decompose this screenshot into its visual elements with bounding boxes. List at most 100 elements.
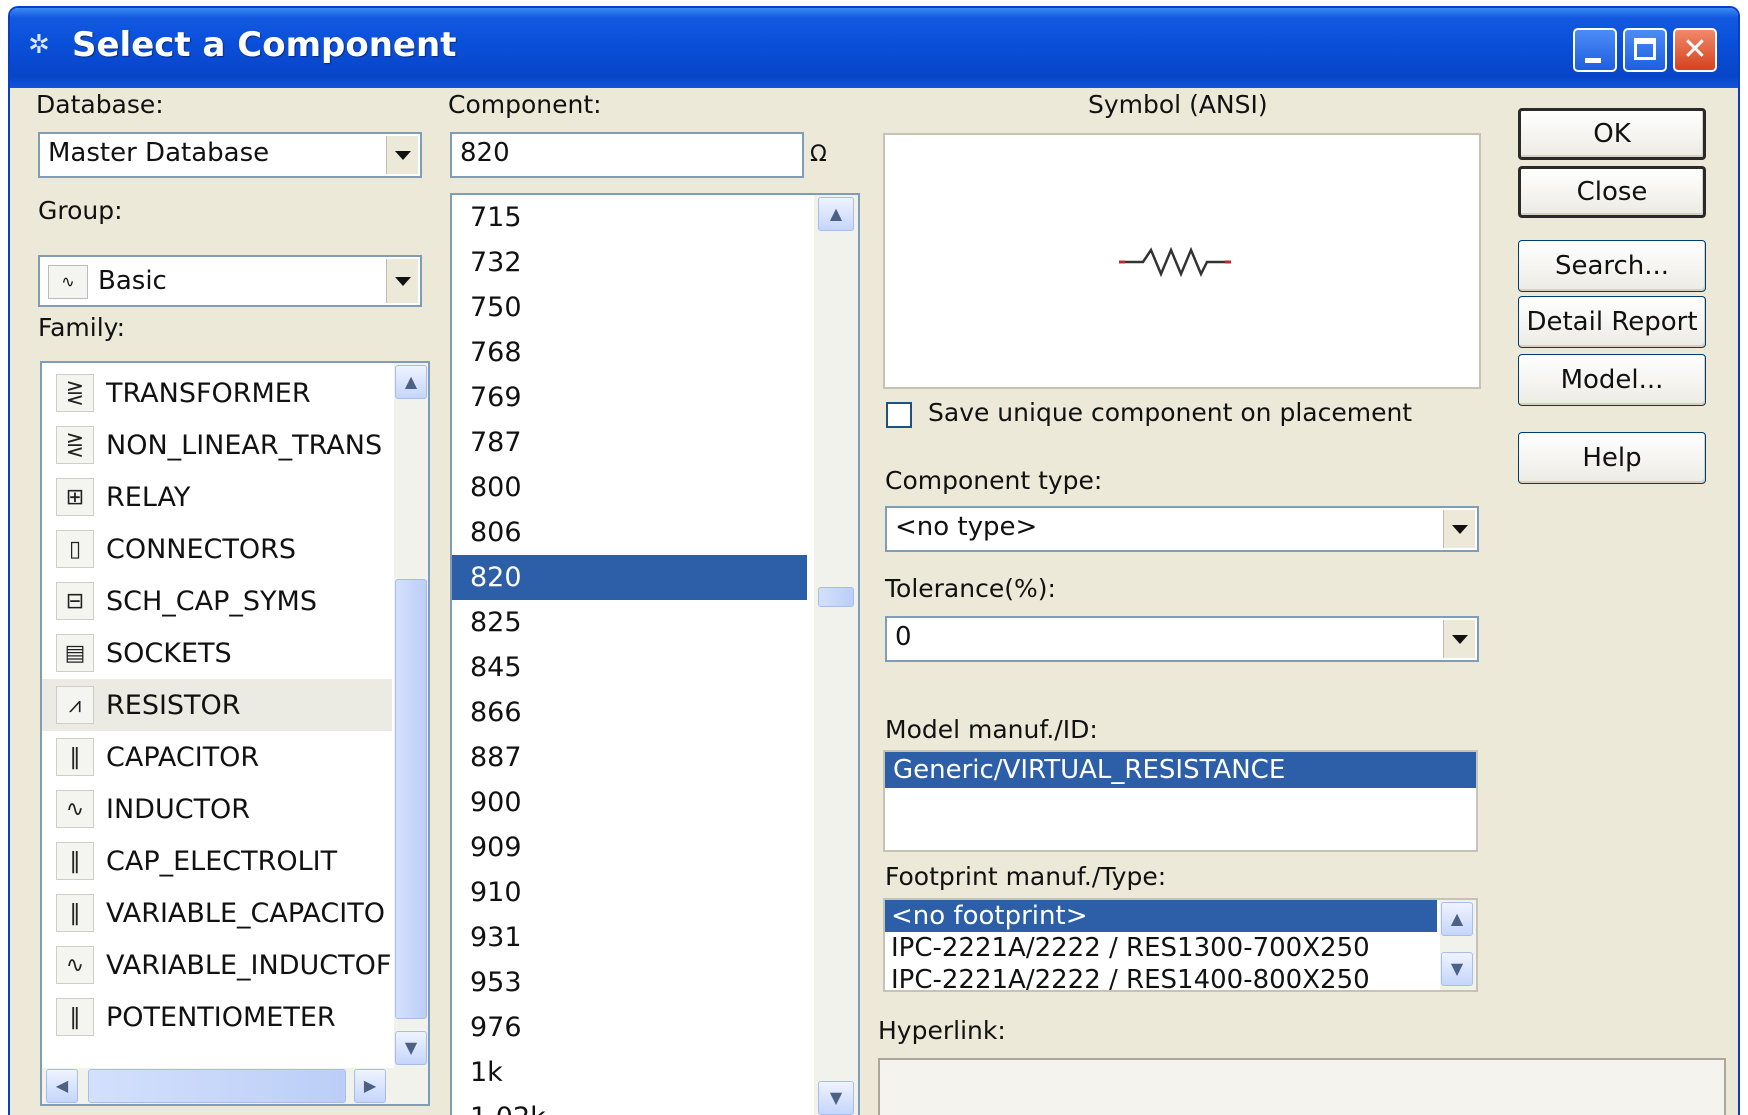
family-item[interactable]: ⊞ RELAY — [42, 471, 392, 523]
family-item[interactable]: ⩘ RESISTOR — [42, 679, 392, 731]
family-item-label: VARIABLE_CAPACITO — [106, 897, 385, 929]
database-label: Database: — [36, 90, 164, 119]
component-list-item[interactable]: 976 — [452, 1005, 807, 1050]
component-list-item[interactable]: 806 — [452, 510, 807, 555]
capacitor-icon: ‖ — [56, 738, 94, 776]
component-list[interactable]: 715 732 750 768 769 787 800 806 820 825 845 866 887 9… — [450, 193, 860, 1115]
family-item-label: SOCKETS — [106, 637, 232, 669]
save-unique-checkbox[interactable] — [886, 402, 912, 428]
scroll-left-button[interactable]: ◀ — [46, 1069, 78, 1103]
component-list-item[interactable]: 825 — [452, 600, 807, 645]
chevron-down-icon[interactable] — [1443, 510, 1475, 548]
footprint-list-item[interactable]: IPC-2221A/2222 / RES1300-700X250 — [885, 932, 1437, 964]
component-list-item[interactable]: 866 — [452, 690, 807, 735]
family-label: Family: — [38, 313, 126, 342]
scroll-thumb[interactable] — [818, 587, 854, 607]
component-list-item[interactable]: 1.02k — [452, 1095, 807, 1115]
component-list-item[interactable]: 910 — [452, 870, 807, 915]
component-list-item[interactable]: 769 — [452, 375, 807, 420]
family-item[interactable]: ⊟ SCH_CAP_SYMS — [42, 575, 392, 627]
scroll-right-button[interactable]: ▶ — [354, 1069, 386, 1103]
scroll-down-button[interactable]: ▼ — [818, 1081, 854, 1115]
ok-button[interactable]: OK — [1518, 108, 1706, 160]
component-list-item[interactable]: 909 — [452, 825, 807, 870]
close-window-button[interactable]: ✕ — [1673, 28, 1717, 72]
family-item-label: SCH_CAP_SYMS — [106, 585, 317, 617]
title-bar[interactable]: ✲ Select a Component ✕ — [10, 8, 1738, 88]
scroll-down-button[interactable]: ▼ — [1441, 952, 1473, 986]
component-list-item[interactable]: 887 — [452, 735, 807, 780]
symbol-label: Symbol (ANSI) — [1088, 90, 1268, 119]
database-value: Master Database — [48, 138, 270, 168]
model-list[interactable]: Generic/VIRTUAL_RESISTANCE — [883, 750, 1478, 852]
component-list-item[interactable]: 953 — [452, 960, 807, 1005]
horizontal-scroll-thumb[interactable] — [88, 1069, 346, 1103]
family-item-label: TRANSFORMER — [106, 377, 311, 409]
model-button[interactable]: Model... — [1518, 354, 1706, 406]
component-vertical-scrollbar[interactable]: ▲ ▼ — [814, 195, 858, 1115]
model-list-item[interactable]: Generic/VIRTUAL_RESISTANCE — [885, 752, 1476, 788]
tolerance-value: 0 — [895, 622, 912, 652]
scroll-down-button[interactable]: ▼ — [395, 1031, 427, 1065]
family-item[interactable]: ‖ CAPACITOR — [42, 731, 392, 783]
ohm-unit-icon: Ω — [810, 142, 827, 167]
basic-group-icon: ∿ — [48, 264, 88, 299]
scroll-up-button[interactable]: ▲ — [395, 365, 427, 399]
relay-icon: ⊞ — [56, 478, 94, 516]
component-list-item[interactable]: 787 — [452, 420, 807, 465]
component-list-item[interactable]: 800 — [452, 465, 807, 510]
family-horizontal-scrollbar[interactable]: ◀ ▶ — [42, 1068, 428, 1104]
family-item[interactable]: ⋛ NON_LINEAR_TRANS — [42, 419, 392, 471]
footprint-list-item[interactable]: <no footprint> — [885, 900, 1437, 932]
family-item-label: CONNECTORS — [106, 533, 297, 565]
component-list-item[interactable]: 820 — [452, 555, 807, 600]
hyperlink-field[interactable] — [878, 1058, 1726, 1115]
database-dropdown[interactable]: Master Database — [38, 132, 422, 178]
family-item-label: RESISTOR — [106, 689, 241, 721]
chevron-down-icon[interactable] — [1443, 620, 1475, 658]
scroll-thumb[interactable] — [395, 579, 427, 1019]
family-list[interactable]: ⋛ TRANSFORMER ⋛ NON_LINEAR_TRANS ⊞ RELAY ▯ CONN… — [40, 361, 430, 1106]
family-item[interactable]: ∿ INDUCTOR — [42, 783, 392, 835]
footprint-vertical-scrollbar[interactable]: ▲ ▼ — [1440, 900, 1476, 990]
connector-icon: ▯ — [56, 530, 94, 568]
component-list-item[interactable]: 1k — [452, 1050, 807, 1095]
family-item[interactable]: ▤ SOCKETS — [42, 627, 392, 679]
component-type-dropdown[interactable]: <no type> — [885, 506, 1479, 552]
family-item-label: CAP_ELECTROLIT — [106, 845, 338, 877]
family-item[interactable]: ‖ CAP_ELECTROLIT — [42, 835, 392, 887]
family-vertical-scrollbar[interactable]: ▲ ▼ — [394, 363, 428, 1068]
inductor-icon: ∿ — [56, 946, 94, 984]
maximize-button[interactable] — [1623, 28, 1667, 72]
component-list-item[interactable]: 732 — [452, 240, 807, 285]
tolerance-dropdown[interactable]: 0 — [885, 616, 1479, 662]
family-item[interactable]: ‖ VARIABLE_CAPACITO — [42, 887, 392, 939]
chevron-down-icon[interactable] — [386, 136, 418, 174]
family-item[interactable]: ∿ VARIABLE_INDUCTOF — [42, 939, 392, 991]
detail-report-button[interactable]: Detail Report — [1518, 296, 1706, 348]
component-list-item[interactable]: 768 — [452, 330, 807, 375]
close-button[interactable]: Close — [1518, 166, 1706, 218]
family-item[interactable]: ‖ POTENTIOMETER — [42, 991, 392, 1043]
scroll-up-button[interactable]: ▲ — [818, 197, 854, 231]
component-list-item[interactable]: 845 — [452, 645, 807, 690]
component-list-item[interactable]: 750 — [452, 285, 807, 330]
transformer-icon: ⋛ — [56, 374, 94, 412]
component-list-item[interactable]: 715 — [452, 195, 807, 240]
family-item[interactable]: ▯ CONNECTORS — [42, 523, 392, 575]
scroll-up-button[interactable]: ▲ — [1441, 902, 1473, 936]
search-button[interactable]: Search... — [1518, 240, 1706, 292]
footprint-list-item[interactable]: IPC-2221A/2222 / RES1400-800X250 — [885, 964, 1437, 990]
component-input-value: 820 — [460, 138, 510, 168]
component-list-item[interactable]: 931 — [452, 915, 807, 960]
group-dropdown[interactable]: ∿ Basic — [38, 255, 422, 307]
footprint-list[interactable]: <no footprint> IPC-2221A/2222 / RES1300-… — [883, 898, 1478, 992]
minimize-button[interactable] — [1573, 28, 1617, 72]
family-item[interactable]: ⋛ TRANSFORMER — [42, 367, 392, 419]
chevron-down-icon[interactable] — [386, 259, 418, 303]
component-list-item[interactable]: 900 — [452, 780, 807, 825]
group-value: Basic — [98, 266, 167, 296]
help-button[interactable]: Help — [1518, 432, 1706, 484]
component-search-input[interactable]: 820 — [450, 132, 804, 178]
maximize-icon — [1634, 38, 1656, 60]
